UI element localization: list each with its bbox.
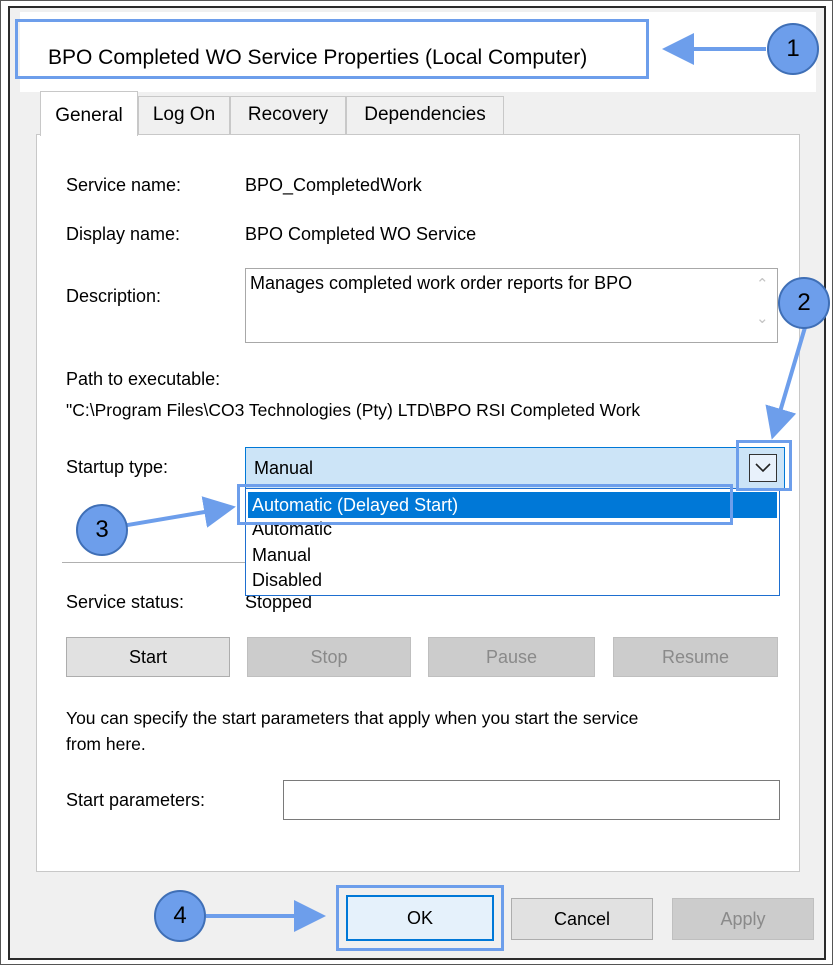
tab-general[interactable]: General (40, 91, 138, 136)
display-name-label: Display name: (66, 224, 181, 244)
option-annotation-box (237, 484, 733, 525)
option-disabled[interactable]: Disabled (252, 570, 322, 591)
option-manual[interactable]: Manual (252, 545, 311, 566)
pause-button[interactable]: Pause (428, 637, 595, 677)
startup-type-select[interactable]: Manual (245, 447, 785, 489)
service-name-value: BPO_CompletedWork (245, 175, 422, 195)
scroll-down-icon[interactable]: ⌄ (756, 309, 769, 327)
annotation-badge-3: 3 (76, 504, 128, 556)
startup-type-value: Manual (254, 458, 314, 478)
annotation-badge-1: 1 (767, 23, 819, 75)
ok-annotation-box (336, 885, 504, 951)
service-status-label: Service status: (66, 592, 185, 612)
description-value: Manages completed work order reports for… (250, 273, 633, 293)
service-name-label: Service name: (66, 175, 182, 195)
resume-button[interactable]: Resume (613, 637, 778, 677)
startup-type-label: Startup type: (66, 457, 169, 477)
tab-recovery[interactable]: Recovery (230, 96, 346, 134)
stop-button[interactable]: Stop (247, 637, 411, 677)
description-label: Description: (66, 286, 162, 306)
tab-dependencies[interactable]: Dependencies (346, 96, 504, 134)
description-scrollbar[interactable]: ⌃ ⌄ (753, 271, 775, 339)
tab-log-on[interactable]: Log On (138, 96, 230, 134)
display-name-value: BPO Completed WO Service (245, 224, 477, 244)
start-params-hint-line1: You can specify the start parameters tha… (66, 708, 639, 728)
scroll-up-icon[interactable]: ⌃ (756, 275, 769, 293)
path-value: "C:\Program Files\CO3 Technologies (Pty)… (66, 400, 641, 420)
start-params-label: Start parameters: (66, 790, 206, 810)
start-params-input[interactable] (283, 780, 780, 820)
start-button[interactable]: Start (66, 637, 230, 677)
title-bar: BPO Completed WO Service Properties (Loc… (20, 12, 816, 92)
annotation-badge-4: 4 (154, 890, 206, 942)
apply-button[interactable]: Apply (672, 898, 814, 940)
start-params-hint-line2: from here. (66, 734, 146, 754)
dropdown-annotation-box (736, 440, 792, 491)
window-title: BPO Completed WO Service Properties (Loc… (48, 46, 588, 69)
cancel-button[interactable]: Cancel (511, 898, 653, 940)
path-label: Path to executable: (66, 369, 221, 389)
annotation-badge-2: 2 (778, 277, 830, 329)
description-field[interactable]: Manages completed work order reports for… (245, 268, 778, 343)
